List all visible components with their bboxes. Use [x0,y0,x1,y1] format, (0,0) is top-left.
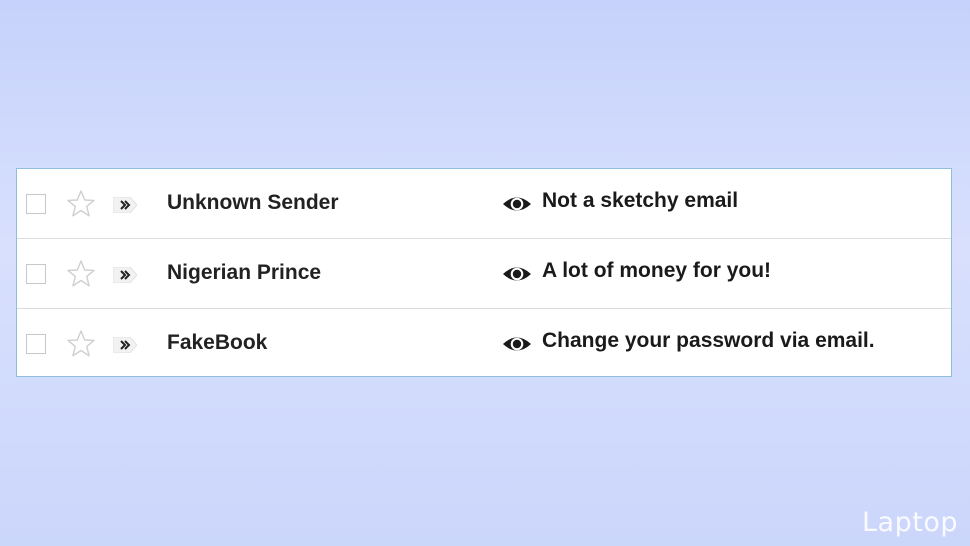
email-list: Unknown Sender Not a sketchy email Niger… [16,168,952,377]
importance-marker-icon[interactable] [113,337,137,353]
eye-icon [503,337,531,351]
importance-marker-icon[interactable] [113,197,137,213]
star-icon[interactable] [66,189,96,219]
sender-name[interactable]: Nigerian Prince [167,261,321,285]
laptop-logo: Laptop [862,507,958,538]
select-checkbox[interactable] [26,334,46,354]
star-icon[interactable] [66,259,96,289]
email-subject[interactable]: Change your password via email. [542,329,875,353]
sender-name[interactable]: Unknown Sender [167,191,339,215]
email-row[interactable]: Nigerian Prince A lot of money for you! [17,239,951,309]
select-checkbox[interactable] [26,194,46,214]
eye-icon [503,267,531,281]
email-row[interactable]: Unknown Sender Not a sketchy email [17,169,951,239]
email-row[interactable]: FakeBook Change your password via email. [17,309,951,376]
star-icon[interactable] [66,329,96,359]
eye-icon [503,197,531,211]
sender-name[interactable]: FakeBook [167,331,267,355]
email-subject[interactable]: A lot of money for you! [542,259,771,283]
select-checkbox[interactable] [26,264,46,284]
email-subject[interactable]: Not a sketchy email [542,189,738,213]
importance-marker-icon[interactable] [113,267,137,283]
